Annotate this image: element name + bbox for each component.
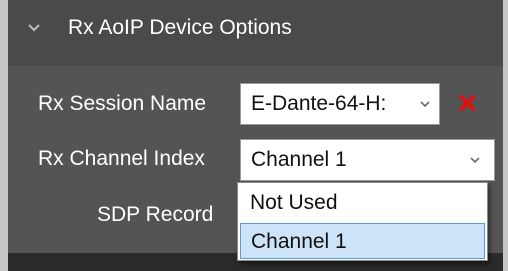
option-label: Channel 1: [251, 230, 347, 253]
rx-session-name-dropdown[interactable]: E-Dante-64-H:: [240, 83, 440, 125]
chevron-down-icon[interactable]: [26, 20, 42, 36]
dropdown-option-channel-1[interactable]: Channel 1: [240, 223, 485, 259]
rx-session-name-label: Rx Session Name: [38, 92, 207, 115]
close-icon[interactable]: [458, 94, 476, 112]
option-label: Not Used: [250, 191, 338, 214]
rx-channel-index-value: Channel 1: [251, 148, 347, 171]
rx-channel-index-dropdown[interactable]: Channel 1: [240, 139, 495, 181]
dropdown-option-not-used[interactable]: Not Used: [240, 185, 485, 221]
section-title: Rx AoIP Device Options: [68, 16, 292, 39]
sdp-record-label: SDP Record: [97, 203, 214, 226]
chevron-down-icon[interactable]: [418, 97, 432, 111]
channel-dropdown-list: Not Used Channel 1: [237, 182, 488, 261]
rx-session-name-value: E-Dante-64-H:: [251, 92, 387, 115]
chevron-down-icon[interactable]: [468, 153, 482, 167]
rx-channel-index-label: Rx Channel Index: [38, 147, 205, 170]
